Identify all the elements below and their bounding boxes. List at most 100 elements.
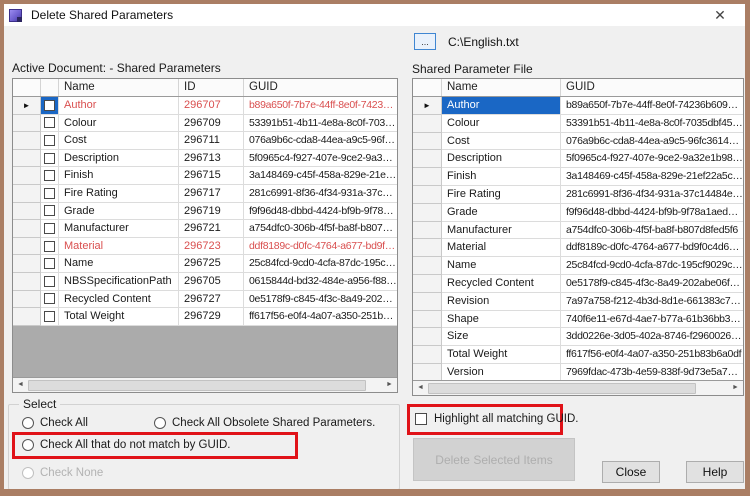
row-header-cell[interactable] [13, 150, 41, 168]
name-cell[interactable]: Cost [442, 133, 561, 151]
name-cell[interactable]: Cost [59, 132, 179, 150]
scroll-left-icon[interactable]: ◄ [413, 381, 428, 395]
row-checkbox-icon[interactable] [44, 188, 55, 199]
row-checkbox-cell[interactable] [41, 115, 59, 133]
row-checkbox-cell[interactable] [41, 273, 59, 291]
guid-cell[interactable]: f9f96d48-dbbd-4424-bf9b-9f78a1aed5d0 [244, 203, 397, 221]
guid-cell[interactable]: 53391b51-4b11-4e8a-8c0f-7035dbf454f5 [244, 115, 397, 133]
row-header-cell[interactable] [413, 115, 442, 133]
id-cell[interactable]: 296711 [179, 132, 244, 150]
row-checkbox-icon[interactable] [44, 223, 55, 234]
row-header-cell[interactable] [13, 115, 41, 133]
guid-column-header[interactable]: GUID [244, 79, 397, 96]
row-header-cell[interactable] [413, 239, 442, 257]
parameter-row[interactable]: Description5f0965c4-f927-407e-9ce2-9a32e… [413, 150, 743, 168]
guid-cell[interactable]: 25c84fcd-9cd0-4cfa-87dc-195cf9029c30 [561, 257, 743, 275]
window-close-icon[interactable]: ✕ [709, 5, 731, 25]
row-header-cell[interactable] [13, 220, 41, 238]
close-button[interactable]: Close [602, 461, 660, 483]
id-cell[interactable]: 296729 [179, 308, 244, 326]
name-cell[interactable]: Revision [442, 293, 561, 311]
parameter-row[interactable]: Cost076a9b6c-cda8-44ea-a9c5-96fc3614bc28 [413, 133, 743, 151]
row-header-cell[interactable]: ► [13, 97, 41, 115]
id-cell[interactable]: 296725 [179, 255, 244, 273]
row-checkbox-icon[interactable] [44, 153, 55, 164]
guid-cell[interactable]: 25c84fcd-9cd0-4cfa-87dc-195cf9029c30 [244, 255, 397, 273]
row-header-cell[interactable] [413, 222, 442, 240]
row-header-cell[interactable] [13, 273, 41, 291]
parameter-row[interactable]: Grade296719f9f96d48-dbbd-4424-bf9b-9f78a… [13, 203, 397, 221]
row-header-cell[interactable] [13, 255, 41, 273]
name-cell[interactable]: Description [442, 150, 561, 168]
row-header-cell[interactable] [413, 204, 442, 222]
guid-column-header[interactable]: GUID [561, 79, 743, 96]
parameter-row[interactable]: Colour53391b51-4b11-4e8a-8c0f-7035dbf454… [413, 115, 743, 133]
name-cell[interactable]: Total Weight [59, 308, 179, 326]
parameter-row[interactable]: Total Weight296729ff617f56-e0f4-4a07-a35… [13, 308, 397, 326]
name-cell[interactable]: Fire Rating [442, 186, 561, 204]
guid-cell[interactable]: b89a650f-7b7e-44ff-8e0f-74236b609694 [244, 97, 397, 115]
row-checkbox-cell[interactable] [41, 185, 59, 203]
guid-cell[interactable]: 0615844d-bd32-484e-a956-f886a7e3f [244, 273, 397, 291]
parameter-row[interactable]: Name25c84fcd-9cd0-4cfa-87dc-195cf9029c30 [413, 257, 743, 275]
id-cell[interactable]: 296717 [179, 185, 244, 203]
id-cell[interactable]: 296727 [179, 291, 244, 309]
guid-cell[interactable]: a754dfc0-306b-4f5f-ba8f-b807d8fed5f6 [244, 220, 397, 238]
guid-cell[interactable]: 281c6991-8f36-4f34-931a-37c14484ee7d [561, 186, 743, 204]
name-cell[interactable]: Description [59, 150, 179, 168]
guid-cell[interactable]: 076a9b6c-cda8-44ea-a9c5-96fc3614bc28 [244, 132, 397, 150]
row-header-cell[interactable] [13, 167, 41, 185]
file-grid-hscrollbar[interactable]: ◄ ► [413, 380, 743, 395]
browse-file-button[interactable]: ... [414, 33, 436, 50]
name-cell[interactable]: Name [59, 255, 179, 273]
radio-check-all[interactable]: Check All [22, 417, 88, 429]
guid-cell[interactable]: ddf8189c-d0fc-4764-a677-bd9f0c4d6a2d [244, 238, 397, 256]
row-checkbox-cell[interactable] [41, 255, 59, 273]
parameter-row[interactable]: Manufacturera754dfc0-306b-4f5f-ba8f-b807… [413, 222, 743, 240]
row-checkbox-icon[interactable] [44, 117, 55, 128]
guid-cell[interactable]: 53391b51-4b11-4e8a-8c0f-7035dbf454f5 [561, 115, 743, 133]
name-cell[interactable]: Manufacturer [59, 220, 179, 238]
row-header-cell[interactable]: ► [413, 97, 442, 115]
row-header-cell[interactable] [413, 293, 442, 311]
radio-check-all-obsolete[interactable]: Check All Obsolete Shared Parameters. [154, 417, 375, 429]
parameter-row[interactable]: Finish2967153a148469-c45f-458a-829e-21ef… [13, 167, 397, 185]
name-cell[interactable]: Finish [442, 168, 561, 186]
parameter-row[interactable]: Gradef9f96d48-dbbd-4424-bf9b-9f78a1aed5d… [413, 204, 743, 222]
row-checkbox-icon[interactable] [44, 311, 55, 322]
id-cell[interactable]: 296715 [179, 167, 244, 185]
id-cell[interactable]: 296709 [179, 115, 244, 133]
parameter-row[interactable]: Revision7a97a758-f212-4b3d-8d1e-661383c7… [413, 293, 743, 311]
scroll-right-icon[interactable]: ► [382, 378, 397, 392]
row-checkbox-icon[interactable] [44, 135, 55, 146]
row-checkbox-cell[interactable] [41, 220, 59, 238]
scroll-left-icon[interactable]: ◄ [13, 378, 28, 392]
id-cell[interactable]: 296721 [179, 220, 244, 238]
name-cell[interactable]: NBSSpecificationPath [59, 273, 179, 291]
checkbox-column-header[interactable] [41, 79, 59, 96]
checkbox-icon[interactable] [415, 413, 427, 425]
parameter-row[interactable]: Shape740f6e11-e67d-4ae7-b77a-61b36bb37bd… [413, 311, 743, 329]
row-header-cell[interactable] [413, 133, 442, 151]
parameter-row[interactable]: ►Author296707b89a650f-7b7e-44ff-8e0f-742… [13, 97, 397, 115]
parameter-row[interactable]: NBSSpecificationPath2967050615844d-bd32-… [13, 273, 397, 291]
name-cell[interactable]: Author [59, 97, 179, 115]
parameter-row[interactable]: Size3dd0226e-3d05-402a-8746-f296002671e6 [413, 328, 743, 346]
parameter-row[interactable]: Finish3a148469-c45f-458a-829e-21ef22a5cf… [413, 168, 743, 186]
row-checkbox-icon[interactable] [44, 170, 55, 181]
radio-icon[interactable] [22, 417, 34, 429]
radio-label[interactable]: Check All that do not match by GUID. [40, 439, 230, 451]
row-header-cell[interactable] [413, 257, 442, 275]
guid-cell[interactable]: ff617f56-e0f4-4a07-a350-251b83b6a0df [244, 308, 397, 326]
row-checkbox-icon[interactable] [44, 276, 55, 287]
guid-cell[interactable]: 3a148469-c45f-458a-829e-21ef22a5cf2f [561, 168, 743, 186]
guid-cell[interactable]: 740f6e11-e67d-4ae7-b77a-61b36bb37bde [561, 311, 743, 329]
row-header-cell[interactable] [13, 132, 41, 150]
parameter-row[interactable]: Recycled Content2967270e5178f9-c845-4f3c… [13, 291, 397, 309]
name-cell[interactable]: Name [442, 257, 561, 275]
id-cell[interactable]: 296713 [179, 150, 244, 168]
parameter-row[interactable]: Material296723ddf8189c-d0fc-4764-a677-bd… [13, 238, 397, 256]
radio-icon[interactable] [154, 417, 166, 429]
guid-cell[interactable]: f9f96d48-dbbd-4424-bf9b-9f78a1aed5d0 [561, 204, 743, 222]
guid-cell[interactable]: 281c6991-8f36-4f34-931a-37c14484ee7d [244, 185, 397, 203]
